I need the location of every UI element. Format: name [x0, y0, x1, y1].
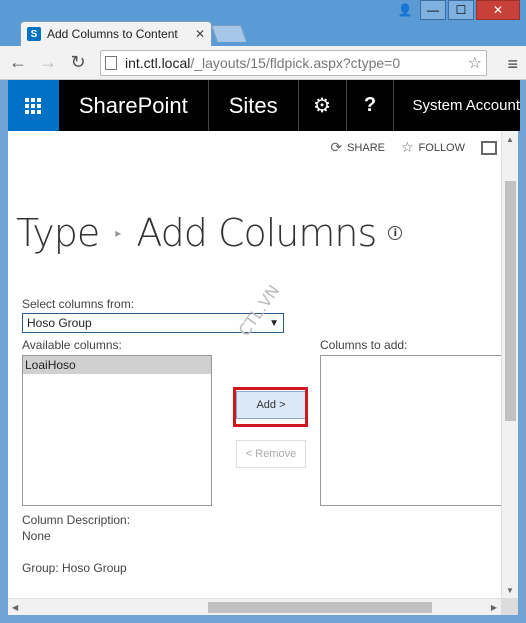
share-icon: ⟳: [330, 139, 343, 155]
scrollbar-corner: [501, 598, 518, 615]
horizontal-scroll-thumb[interactable]: [208, 602, 432, 613]
vertical-scrollbar[interactable]: ▲ ▼: [501, 131, 518, 598]
scroll-left-icon[interactable]: ◀: [12, 603, 18, 612]
available-columns-label: Available columns:: [22, 338, 122, 352]
maximize-button[interactable]: ☐: [448, 0, 474, 20]
list-item[interactable]: LoaiHoso: [23, 356, 211, 374]
close-button[interactable]: ✕: [476, 0, 520, 20]
sharepoint-favicon-icon: S: [27, 27, 41, 41]
column-description-value: None: [22, 529, 51, 543]
available-columns-list[interactable]: LoaiHoso: [22, 355, 212, 506]
browser-window: 👤 — ☐ ✕ S Add Columns to Content ✕ ← → ↻…: [0, 0, 526, 623]
scroll-down-icon[interactable]: ▼: [502, 582, 518, 598]
scroll-right-icon[interactable]: ▶: [491, 603, 497, 612]
title-text: Add Columns: [136, 211, 377, 255]
account-menu[interactable]: System Account: [394, 97, 520, 114]
menu-icon[interactable]: ≡: [507, 54, 518, 75]
suite-bar: SharePoint Sites ⚙ ? System Account: [8, 80, 520, 131]
settings-gear-icon[interactable]: ⚙: [299, 80, 347, 131]
column-description-label: Column Description:: [22, 513, 131, 527]
browser-tab[interactable]: S Add Columns to Content ✕: [20, 21, 212, 46]
tab-close-icon[interactable]: ✕: [195, 27, 205, 41]
help-icon[interactable]: ?: [347, 80, 395, 131]
vertical-scroll-thumb[interactable]: [505, 181, 516, 421]
page-content: ⟳ SHARE ☆ FOLLOW Type ▸ Add Columns i Se…: [8, 131, 501, 598]
remove-button[interactable]: < Remove: [236, 440, 306, 468]
sites-link[interactable]: Sites: [209, 80, 299, 131]
url-path: /_layouts/15/fldpick.aspx?ctype=0: [190, 55, 401, 71]
url-host: int.ctl.local: [125, 55, 191, 71]
breadcrumb-separator-icon: ▸: [115, 226, 121, 240]
sharepoint-brand[interactable]: SharePoint: [59, 80, 209, 131]
back-arrow-icon[interactable]: ←: [6, 51, 30, 75]
minimize-button[interactable]: —: [420, 0, 446, 20]
columns-to-add-list[interactable]: [320, 355, 501, 506]
title-bar: 👤 — ☐ ✕ S Add Columns to Content ✕: [0, 0, 526, 46]
star-icon: ☆: [400, 139, 414, 155]
breadcrumb-parent[interactable]: Type: [16, 211, 100, 255]
focus-mode-icon[interactable]: [481, 140, 497, 155]
select-from-label: Select columns from:: [22, 297, 135, 311]
reload-icon[interactable]: ↻: [66, 51, 90, 75]
page-title: Type ▸ Add Columns i: [16, 211, 403, 255]
forward-arrow-icon[interactable]: →: [36, 51, 60, 75]
group-select-value: Hoso Group: [27, 316, 92, 330]
horizontal-scrollbar[interactable]: ◀ ▶: [8, 598, 501, 615]
dropdown-arrow-icon: ▼: [269, 317, 279, 329]
bookmark-star-icon[interactable]: ☆: [468, 53, 482, 73]
share-button[interactable]: ⟳ SHARE: [330, 139, 385, 156]
share-label: SHARE: [347, 141, 385, 154]
group-text: Group: Hoso Group: [22, 561, 127, 575]
page-icon: [105, 56, 117, 70]
columns-to-add-label: Columns to add:: [320, 338, 408, 352]
new-tab-button[interactable]: [210, 25, 248, 42]
follow-label: FOLLOW: [418, 141, 465, 154]
window-controls: 👤 — ☐ ✕: [392, 0, 520, 21]
user-icon[interactable]: 👤: [392, 0, 418, 20]
address-bar[interactable]: int.ctl.local /_layouts/15/fldpick.aspx?…: [100, 50, 487, 76]
browser-toolbar: ← → ↻ int.ctl.local /_layouts/15/fldpick…: [0, 46, 526, 80]
scroll-up-icon[interactable]: ▲: [502, 131, 518, 147]
page-actions: ⟳ SHARE ☆ FOLLOW: [330, 139, 501, 156]
tab-title: Add Columns to Content: [47, 27, 178, 41]
follow-button[interactable]: ☆ FOLLOW: [401, 139, 465, 156]
app-launcher-icon[interactable]: [8, 80, 59, 131]
highlight-box: [233, 387, 308, 427]
info-icon[interactable]: i: [388, 226, 403, 240]
